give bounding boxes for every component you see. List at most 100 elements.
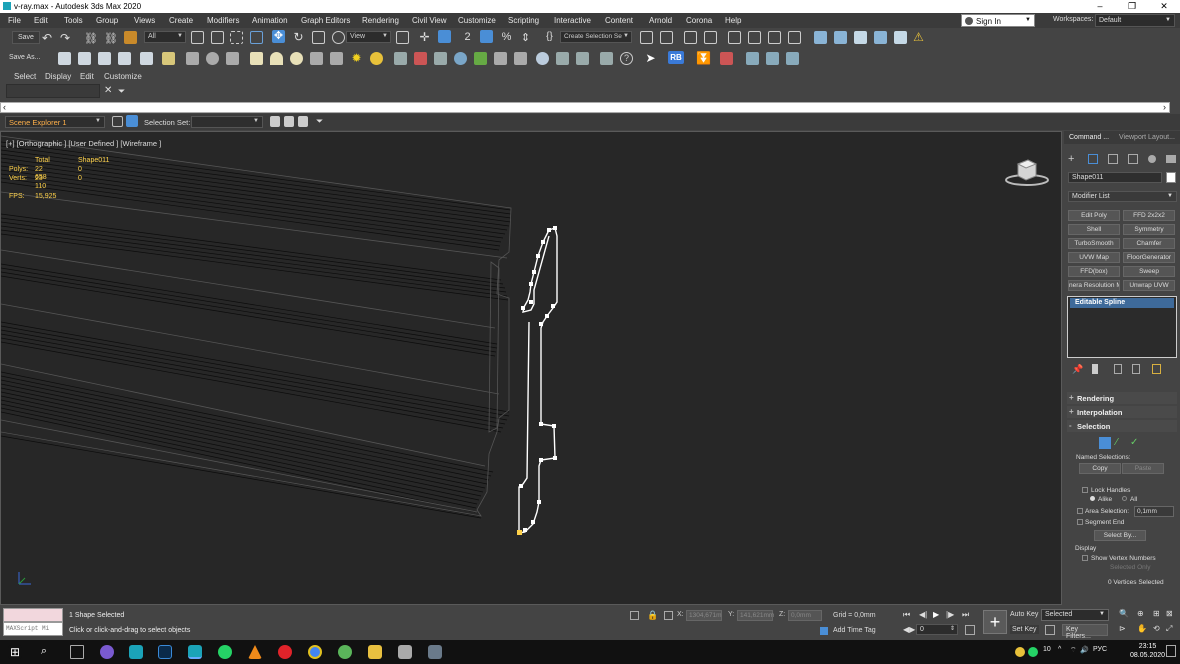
menu-edit-scene[interactable]: Edit [80,72,94,81]
shelf-icon-22[interactable] [746,52,759,65]
time-tag-icon[interactable] [820,627,828,635]
zoom-all-icon[interactable]: ⊕ [1137,609,1144,618]
photoshop-icon[interactable] [158,645,172,659]
modifier-list-dropdown[interactable]: Modifier List ▼ [1068,191,1177,202]
field-of-view-icon[interactable]: ⊳ [1119,624,1126,633]
render-in-cloud-icon[interactable] [874,31,887,44]
light-bulb-icon[interactable] [370,52,383,65]
key-selection-dropdown[interactable]: Selected ▼ [1041,609,1109,621]
app-slate-icon[interactable] [428,645,442,659]
shelf-icon-18[interactable] [556,52,569,65]
sign-in-dropdown[interactable]: Sign In ▼ [961,14,1035,27]
isolate-selection-icon[interactable] [630,611,639,620]
selection-set-dropdown[interactable]: ▼ [191,116,263,128]
menu-edit[interactable]: Edit [34,16,48,25]
menu-civil-view[interactable]: Civil View [412,16,447,25]
area-selection-spinner[interactable]: 0,1mm [1134,506,1174,517]
windows-start-icon[interactable]: ⊞ [8,645,22,659]
shelf-icon-24[interactable] [786,52,799,65]
show-end-result-icon[interactable] [1092,364,1098,374]
action-center-icon[interactable] [1166,645,1176,657]
rectangle-selection-icon[interactable] [230,31,243,44]
scale-icon[interactable] [312,31,325,44]
zoom-extents-icon[interactable]: ⊞ [1153,609,1160,618]
utilities-icon[interactable] [1166,155,1176,163]
shelf-icon-16[interactable] [514,52,527,65]
cone-light-icon[interactable] [330,52,343,65]
funnel-icon[interactable]: ⏷ [316,116,326,127]
motion-icon[interactable] [1128,154,1138,164]
hierarchy-panel-icon[interactable] [1108,154,1118,164]
sphere-icon[interactable] [290,52,303,65]
selection-set-icon-2[interactable] [284,116,294,127]
rollout-selection[interactable]: Selection [1067,420,1177,432]
shelf-icon-4[interactable] [118,52,131,65]
menu-scripting[interactable]: Scripting [508,16,539,25]
spline-mode-icon[interactable]: ✓ [1130,437,1138,448]
rollout-interpolation[interactable]: Interpolation [1067,406,1177,418]
maxscript-listener[interactable] [3,608,63,622]
object-color-swatch[interactable] [1166,172,1176,183]
scene-explorer-dropdown[interactable]: Scene Explorer 1 ▼ [5,116,105,128]
keyboard-shortcut-override-icon[interactable] [438,30,451,43]
make-unique-icon[interactable] [1114,364,1122,374]
menu-help[interactable]: Help [725,16,741,25]
save-as-button[interactable]: Save As... [4,52,46,63]
chamfer-button[interactable]: Chamfer [1123,238,1175,249]
chevron-down-icon[interactable]: ⏬ [696,52,711,65]
menu-select[interactable]: Select [14,72,36,81]
menu-create[interactable]: Create [169,16,193,25]
next-frame-icon[interactable]: |▶ [946,610,954,619]
menu-customize-scene[interactable]: Customize [104,72,142,81]
snaps-toggle-icon[interactable]: 2 [461,31,474,44]
menu-tools[interactable]: Tools [64,16,83,25]
rb-button[interactable]: RB [668,51,684,64]
zoom-icon[interactable]: 🔍 [1119,609,1129,618]
vertex-mode-icon[interactable] [1099,437,1111,449]
selection-filter-dropdown[interactable]: All ▼ [144,31,186,43]
bind-space-warp-icon[interactable] [124,31,137,44]
horizontal-scrollbar[interactable]: ‹ › [0,102,1170,113]
filter-icon[interactable]: ⏷ [118,86,125,97]
unwrap-uvw-button[interactable]: Unwrap UVW [1123,280,1175,291]
shelf-icon-3[interactable] [98,52,111,65]
mirror-icon[interactable] [640,31,653,44]
shelf-icon-11[interactable] [414,52,427,65]
viewport[interactable]: [+] [Orthographic ] [User Defined ] [Wir… [0,131,1062,605]
shelf-icon-15[interactable] [494,52,507,65]
menu-animation[interactable]: Animation [252,16,288,25]
time-configuration-icon[interactable] [965,625,975,635]
pin-stack-icon[interactable]: 📌 [1072,364,1083,375]
stack-item-editable-spline[interactable]: Editable Spline [1070,298,1174,308]
key-filters-button[interactable]: Key Filters... [1062,624,1108,640]
viewcube-icon[interactable] [1004,156,1050,186]
paste-button[interactable]: Paste [1122,463,1164,474]
current-frame-field[interactable]: 0 ⇕ [916,624,958,635]
percent-snap-icon[interactable]: % [500,31,513,44]
go-to-start-icon[interactable]: ⏮ [903,610,910,620]
menu-modifiers[interactable]: Modifiers [207,16,239,25]
rendered-frame-window-icon[interactable] [834,31,847,44]
curve-editor-icon[interactable] [748,31,761,44]
maximize-button[interactable]: ❐ [1116,0,1148,13]
scene-search-input[interactable] [6,84,100,98]
selection-set-icon-3[interactable] [298,116,308,127]
sweep-button[interactable]: Sweep [1123,266,1175,277]
set-keys-icon[interactable]: + [983,610,1007,634]
tray-whatsapp-icon[interactable] [1028,647,1038,657]
unlink-icon[interactable]: ⛓ [104,32,118,45]
shelf-icon-8[interactable] [226,52,239,65]
object-name-field[interactable]: Shape011 [1068,172,1162,183]
workspace-dropdown[interactable]: Default ▼ [1095,14,1175,27]
3dsmax-icon-1[interactable] [129,645,143,659]
tray-chevron-icon[interactable]: ^ [1058,646,1061,653]
menu-interactive[interactable]: Interactive [554,16,591,25]
shelf-icon-10[interactable] [394,52,407,65]
menu-file[interactable]: File [8,16,21,25]
menu-rendering[interactable]: Rendering [362,16,399,25]
select-by-button[interactable]: Select By... [1094,530,1146,541]
shelf-icon-21[interactable] [720,52,733,65]
edit-named-selection-icon[interactable]: {} [543,31,556,44]
maxscript-mini-listener[interactable]: MAXScript Mi [3,622,63,636]
segment-mode-icon[interactable]: ⁄ [1116,437,1118,448]
